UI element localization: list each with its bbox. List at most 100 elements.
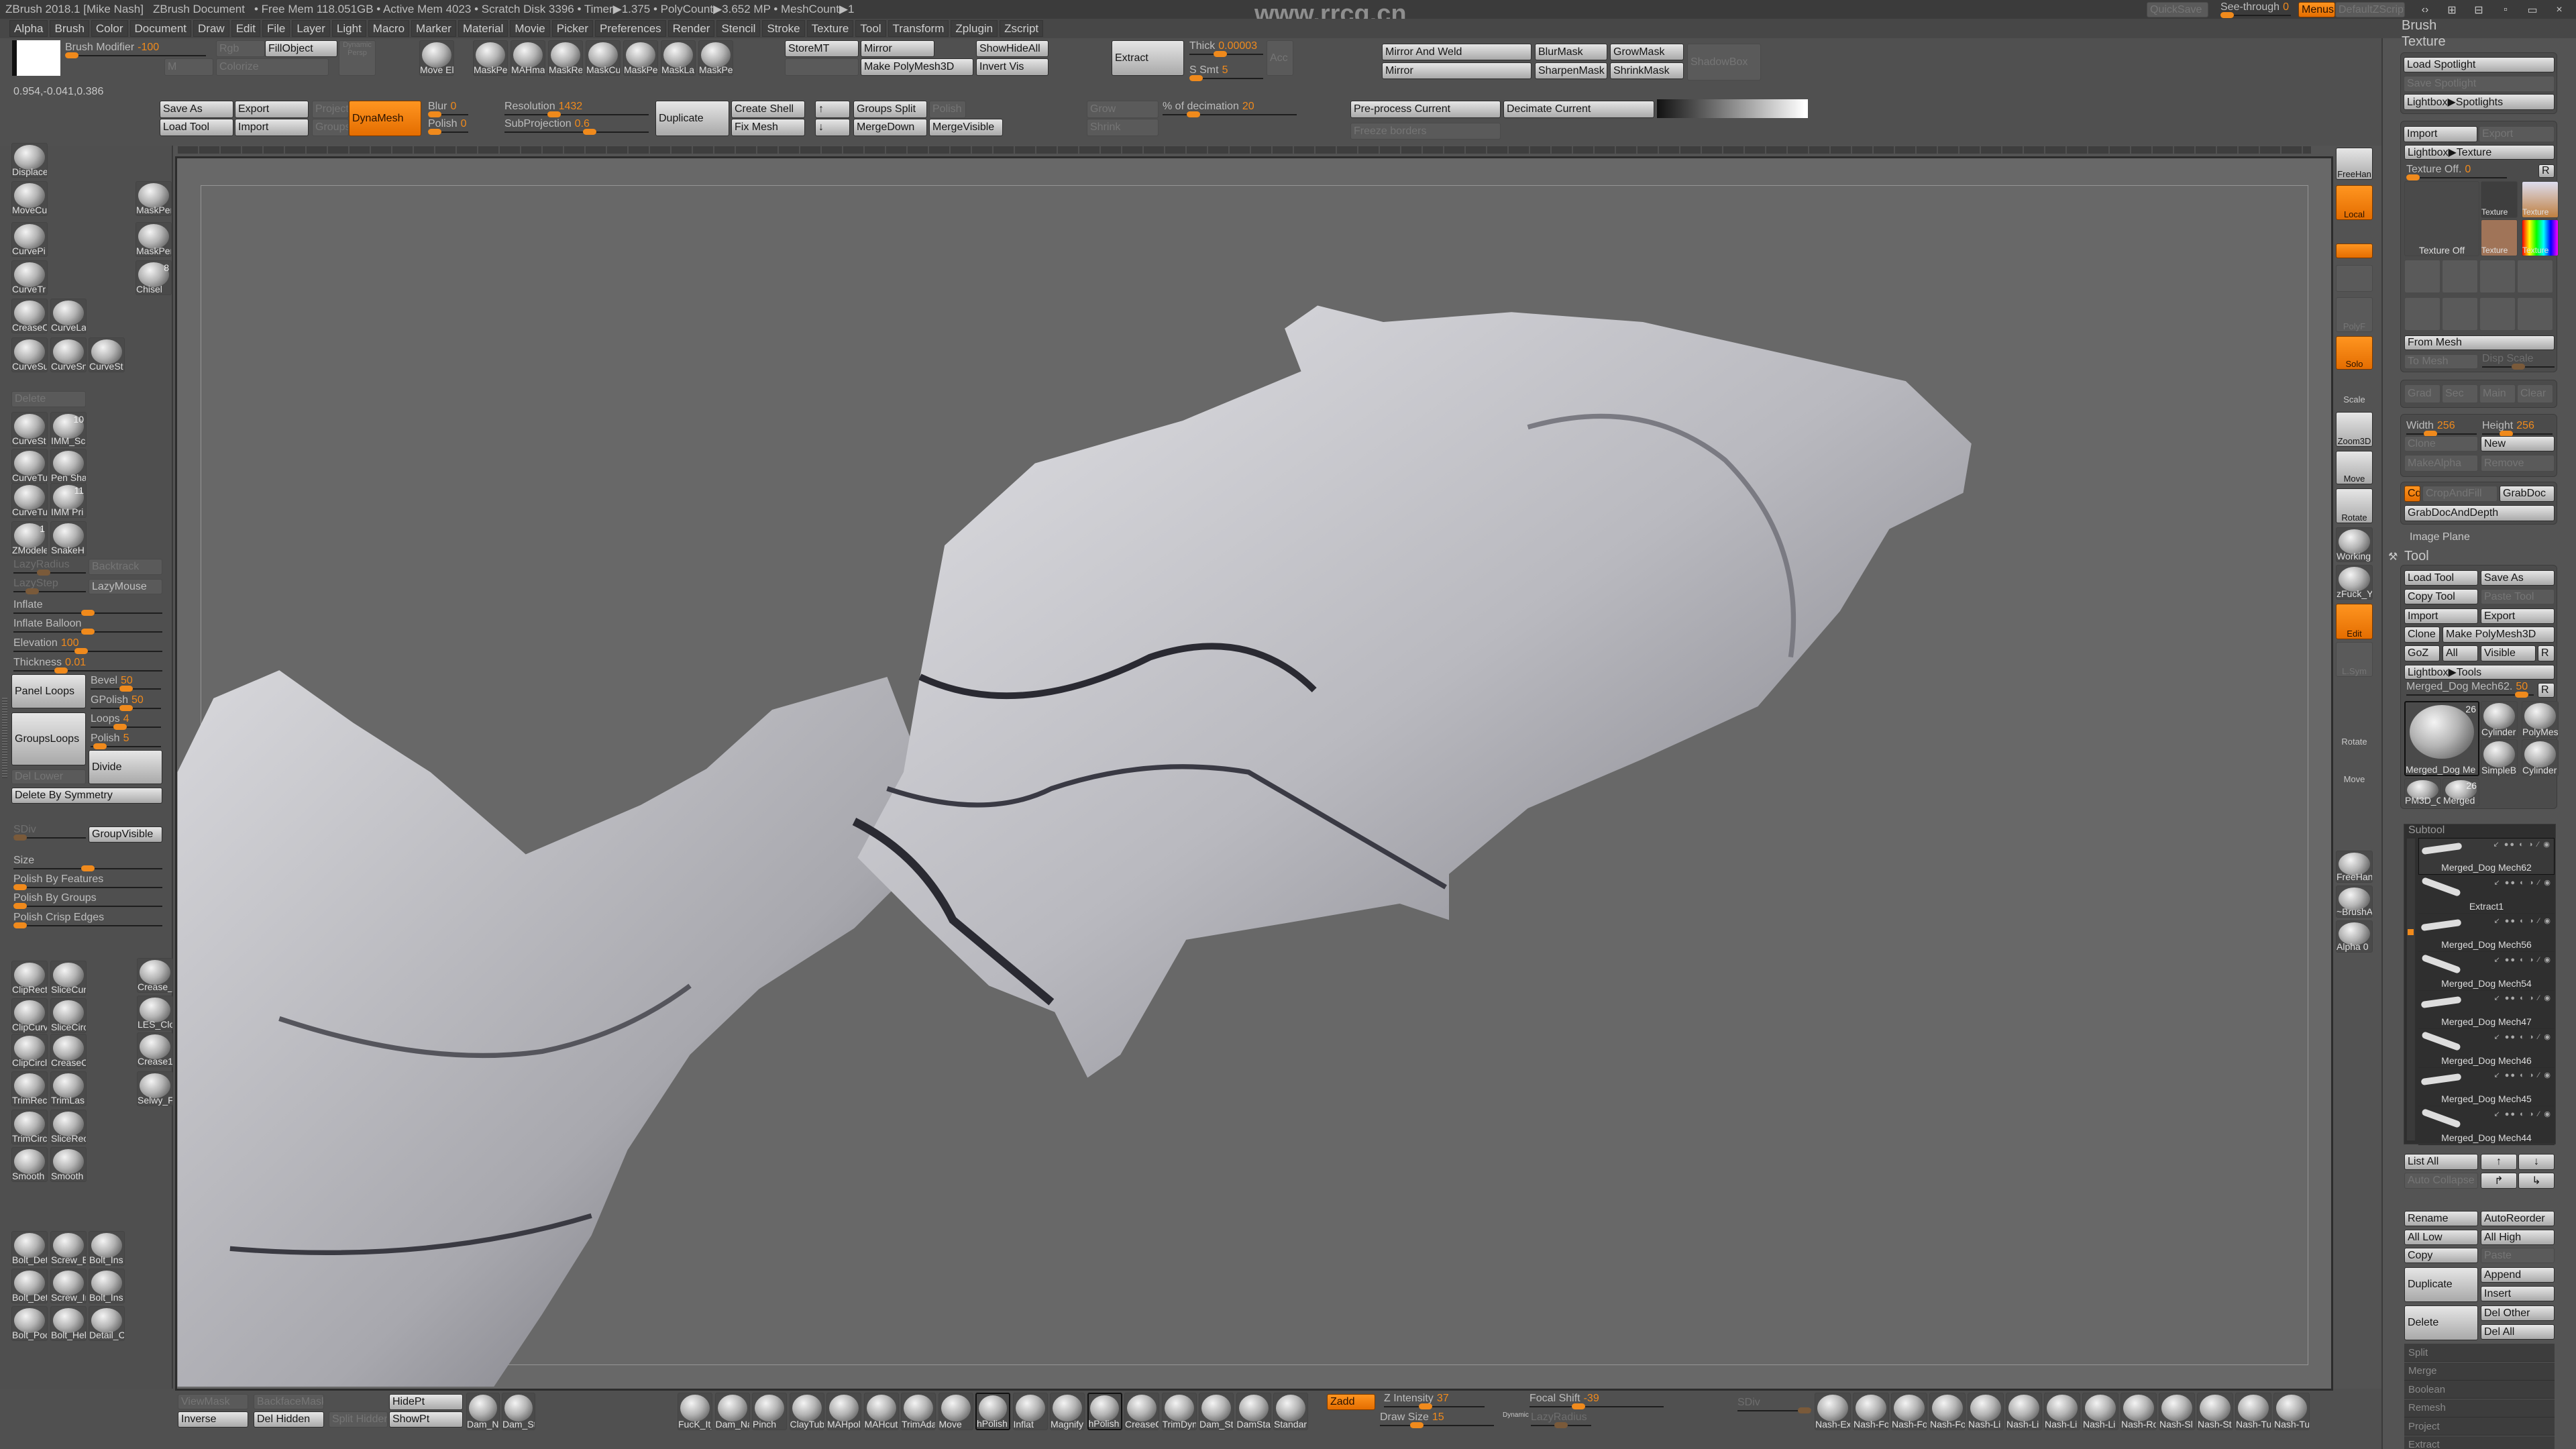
mask-brush-4[interactable]: MaskCu bbox=[586, 40, 621, 76]
left-clip-brush-16[interactable]: Bolt_Det bbox=[11, 1231, 48, 1266]
section-boolean[interactable]: Boolean bbox=[2404, 1381, 2555, 1399]
tool-export-button[interactable]: Export bbox=[2481, 608, 2555, 624]
quicksave-button[interactable]: QuickSave bbox=[2147, 2, 2208, 17]
auto-reorder-button[interactable]: AutoReorder bbox=[2481, 1211, 2555, 1226]
copy-tool-button[interactable]: Copy Tool bbox=[2404, 589, 2478, 604]
left-brush-17[interactable]: IMM Pri 11 bbox=[50, 483, 87, 518]
dam-brush-1[interactable]: Dam_Sta bbox=[502, 1393, 535, 1430]
nash-brush-9[interactable]: Nash-Sl bbox=[2159, 1393, 2195, 1430]
polish-slider[interactable]: Polish 0 bbox=[428, 118, 468, 137]
section-extract[interactable]: Extract bbox=[2404, 1436, 2555, 1449]
move-right-up-button[interactable]: ↱ bbox=[2481, 1173, 2517, 1189]
thick-slider[interactable]: Thick 0.00003 bbox=[1189, 40, 1263, 59]
grab-doc-button[interactable]: GrabDoc bbox=[2500, 486, 2555, 502]
section-remesh[interactable]: Remesh bbox=[2404, 1399, 2555, 1417]
gpolish-slider[interactable]: GPolish 50 bbox=[91, 694, 161, 713]
left-clip-brush-13[interactable]: SliceRec bbox=[50, 1110, 87, 1144]
bottom-brush-mahpol[interactable]: MAHpol bbox=[826, 1393, 861, 1430]
polish-toggle[interactable]: Polish bbox=[929, 101, 966, 118]
nash-brush-8[interactable]: Nash-Ro bbox=[2121, 1393, 2157, 1430]
paste-tool-button[interactable]: Paste Tool bbox=[2481, 589, 2555, 604]
subtool-up-button[interactable]: ↑ bbox=[2481, 1154, 2517, 1170]
texture-import-button[interactable]: Import bbox=[2404, 126, 2477, 142]
see-through-slider[interactable]: See-through 0 bbox=[2220, 1, 2291, 18]
z-intensity-slider[interactable]: Z Intensity 37 bbox=[1384, 1393, 1485, 1411]
left-clip-brush-9[interactable]: TrimRec bbox=[11, 1071, 48, 1106]
mask-brush-6[interactable]: MaskLa bbox=[661, 40, 696, 76]
left-brush-16[interactable]: CurveTu bbox=[11, 483, 48, 518]
fill-object-button[interactable]: FillObject bbox=[265, 40, 337, 57]
disp-scale-slider[interactable]: Disp Scale bbox=[2482, 353, 2555, 372]
nash-brush-4[interactable]: Nash-Li bbox=[1968, 1393, 2004, 1430]
mirror-and-weld-button[interactable]: Mirror And Weld bbox=[1382, 44, 1532, 60]
left-clip-brush-11[interactable]: Selwy_F bbox=[137, 1071, 173, 1106]
main-button[interactable]: Main bbox=[2479, 384, 2516, 403]
nash-brush-1[interactable]: Nash-Fo bbox=[1853, 1393, 1889, 1430]
left-brush-9[interactable]: CurveSu bbox=[11, 337, 48, 372]
split-hidden-button[interactable]: Split Hidden bbox=[329, 1411, 388, 1428]
subtool-paste-button[interactable]: Paste bbox=[2481, 1248, 2555, 1263]
dynamic-persp-toggle[interactable]: Dynamic Persp bbox=[339, 40, 376, 76]
left-brush-7[interactable]: CreaseC bbox=[11, 299, 48, 333]
groups-split-button[interactable]: Groups Split bbox=[853, 101, 927, 118]
from-mesh-button[interactable]: From Mesh bbox=[2404, 335, 2555, 350]
color-swatch[interactable] bbox=[12, 40, 60, 76]
bottom-sdiv-slider[interactable]: SDiv bbox=[1737, 1397, 1811, 1415]
sharpen-mask-button[interactable]: SharpenMask bbox=[1535, 62, 1607, 79]
left-brush-13[interactable]: IMM_Sci 10 bbox=[50, 412, 87, 447]
subprojection-slider[interactable]: SubProjection 0.6 bbox=[504, 118, 649, 137]
tool-thumb-4[interactable]: Cylinder bbox=[2522, 739, 2559, 776]
lazy-mouse-toggle[interactable]: LazyMouse bbox=[89, 579, 162, 594]
left-clip-brush-24[interactable]: Detail_C bbox=[89, 1306, 125, 1341]
delete-button[interactable]: Delete bbox=[11, 391, 86, 407]
default-zscript-button[interactable]: DefaultZScript bbox=[2335, 2, 2405, 17]
s-smt-slider[interactable]: S Smt 5 bbox=[1189, 64, 1263, 83]
mask-brush-2[interactable]: MAHma bbox=[511, 40, 545, 76]
left-brush-15[interactable]: Pen Sha bbox=[50, 449, 87, 484]
left-clip-brush-5[interactable]: LES_Clot bbox=[137, 996, 173, 1030]
make-alpha-button[interactable]: MakeAlpha bbox=[2404, 455, 2478, 472]
blur-slider[interactable]: Blur 0 bbox=[428, 101, 468, 119]
lsym-toggle[interactable]: L.Sym bbox=[2336, 642, 2373, 677]
bottom-lazy-radius-slider[interactable]: LazyRadius bbox=[1531, 1411, 1591, 1430]
del-lower-button[interactable]: Del Lower bbox=[11, 769, 86, 784]
left-clip-brush-7[interactable]: CreaseC bbox=[50, 1034, 87, 1069]
bottom-brush-trimdyn[interactable]: TrimDyn bbox=[1161, 1393, 1197, 1430]
rename-button[interactable]: Rename bbox=[2404, 1211, 2478, 1226]
sec-button[interactable]: Sec bbox=[2442, 384, 2478, 403]
load-spotlight-button[interactable]: Load Spotlight bbox=[2404, 57, 2555, 72]
group-visible-button[interactable]: GroupVisible bbox=[89, 826, 162, 843]
create-shell-button[interactable]: Create Shell bbox=[731, 101, 805, 118]
left-brush-3[interactable]: CurvePi bbox=[11, 222, 48, 257]
solo-toggle[interactable]: Solo bbox=[2336, 336, 2373, 370]
preprocess-current-button[interactable]: Pre-process Current bbox=[1350, 101, 1501, 118]
scale-button[interactable]: Scale bbox=[2336, 383, 2373, 405]
backface-mask-toggle[interactable]: BackfaceMask bbox=[254, 1394, 324, 1409]
bottom-brush-hpolish[interactable]: hPolish bbox=[1087, 1393, 1122, 1430]
dynamesh-button[interactable]: DynaMesh bbox=[349, 101, 421, 136]
panel-loops-button[interactable]: Panel Loops bbox=[11, 674, 86, 708]
nash-brush-6[interactable]: Nash-Li bbox=[2044, 1393, 2080, 1430]
left-clip-brush-4[interactable]: SliceCirc bbox=[50, 998, 87, 1033]
invert-vis-button[interactable]: Invert Vis bbox=[976, 58, 1049, 76]
to-mesh-button[interactable]: To Mesh bbox=[2404, 354, 2478, 369]
mask-brush-0[interactable]: Move El bbox=[419, 40, 454, 76]
left-clip-brush-17[interactable]: Screw_B bbox=[50, 1231, 87, 1266]
store-mt-button[interactable]: StoreMT bbox=[785, 40, 859, 57]
goz-reset-button[interactable]: R bbox=[2538, 645, 2555, 661]
subtool-row[interactable]: Merged_Dog Mech47 ↙ ●● ◐ ◑ ⁄ ◉ bbox=[2418, 992, 2555, 1029]
tool-thumb-2[interactable]: PolyMes bbox=[2522, 701, 2559, 738]
minimize-icon[interactable]: ▫ bbox=[2496, 3, 2516, 17]
tool-thumb-5[interactable]: PM3D_C bbox=[2404, 778, 2441, 806]
bottom-brush-mahcut[interactable]: MAHcut bbox=[863, 1393, 899, 1430]
goz-all-button[interactable]: All bbox=[2443, 645, 2478, 661]
merge-down-button[interactable]: MergeDown bbox=[853, 119, 927, 136]
texture-remove-button[interactable]: Remove bbox=[2481, 455, 2555, 472]
move-right-down-button[interactable]: ↳ bbox=[2518, 1173, 2555, 1189]
subtool-row[interactable]: Merged_Dog Mech56 ↙ ●● ◐ ◑ ⁄ ◉ bbox=[2418, 915, 2555, 952]
tool-thumb-1[interactable]: Cylinder bbox=[2481, 701, 2518, 738]
texture-thumb-3[interactable]: Texture bbox=[2522, 219, 2559, 256]
subtool-delete-button[interactable]: Delete bbox=[2404, 1305, 2478, 1340]
move-axis-button[interactable]: Move bbox=[2336, 763, 2373, 784]
texture-off-thumb[interactable]: Texture Off bbox=[2404, 181, 2479, 256]
